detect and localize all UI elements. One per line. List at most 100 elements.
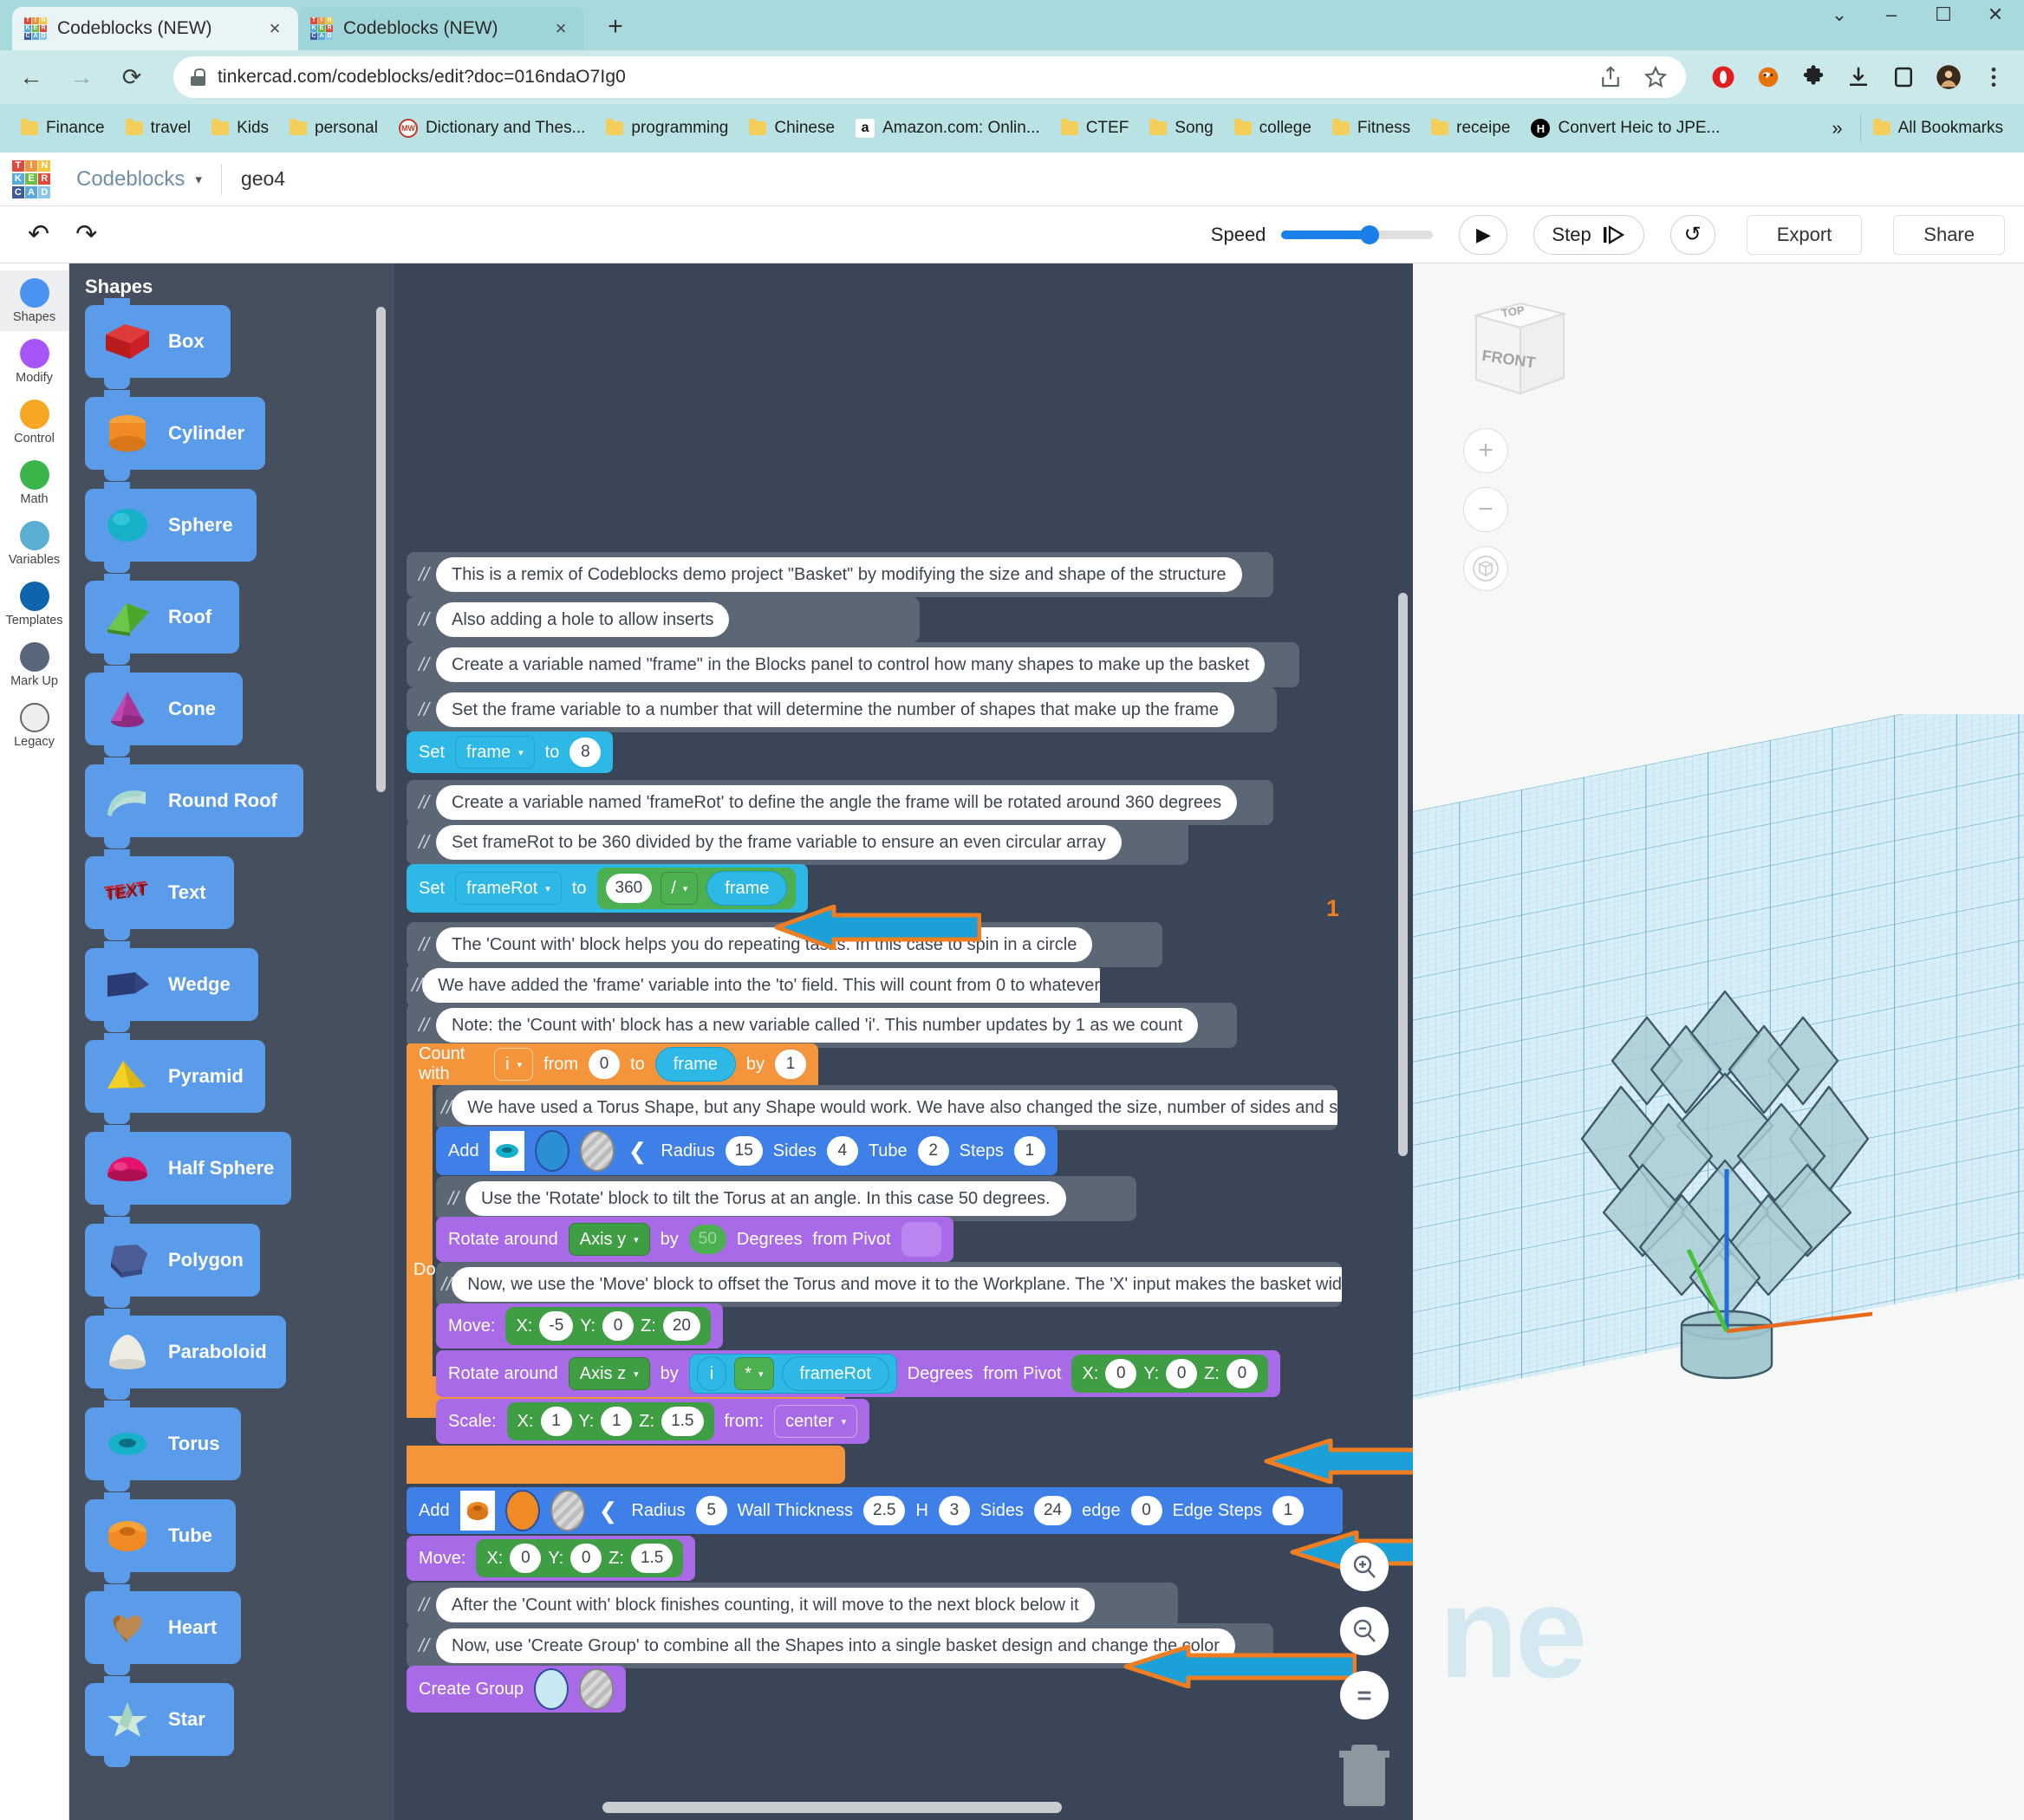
tube-shape-preview-icon[interactable]: [460, 1491, 495, 1531]
browser-menu-icon[interactable]: [1981, 64, 2007, 90]
framerot-variable[interactable]: frameRot: [782, 1356, 889, 1391]
zoom-out-magnifier-icon[interactable]: [1340, 1607, 1389, 1655]
loop-from-input[interactable]: 0: [589, 1050, 620, 1079]
chevron-down-icon[interactable]: ▾: [195, 172, 202, 187]
adblock-icon[interactable]: [1710, 64, 1736, 90]
shape-block-cylinder[interactable]: Cylinder: [85, 397, 265, 470]
star-icon[interactable]: [1643, 64, 1669, 90]
comment-block[interactable]: // Set frameRot to be 360 divided by the…: [407, 820, 1188, 865]
speed-slider-knob[interactable]: [1360, 225, 1379, 244]
category-legacy[interactable]: Legacy: [0, 695, 68, 756]
side-panel-icon[interactable]: [1891, 64, 1917, 90]
comment-block[interactable]: // Set the frame variable to a number th…: [407, 687, 1277, 732]
export-button[interactable]: Export: [1747, 215, 1863, 255]
rotate-z-block[interactable]: Rotate around Axis z▾ by i *▾ frameRot D…: [436, 1350, 1280, 1397]
loop-to-variable[interactable]: frame: [655, 1047, 736, 1082]
bookmark-dictionary[interactable]: MWDictionary and Thes...: [390, 114, 594, 142]
bookmark-programming[interactable]: programming: [597, 114, 737, 142]
scale-z-input[interactable]: 1.5: [661, 1407, 703, 1436]
zoom-out-button[interactable]: −: [1463, 487, 1508, 532]
play-button[interactable]: ▶: [1459, 215, 1507, 255]
move-y-input[interactable]: 0: [602, 1311, 634, 1341]
shape-block-round-roof[interactable]: Round Roof: [85, 764, 303, 837]
category-modify[interactable]: Modify: [0, 331, 68, 392]
shape-block-torus[interactable]: Torus: [85, 1407, 241, 1480]
zoom-in-magnifier-icon[interactable]: [1340, 1543, 1389, 1591]
share-button[interactable]: Share: [1893, 215, 2005, 255]
view-cube[interactable]: TOP FRONT: [1455, 283, 1585, 413]
address-bar[interactable]: tinkercad.com/codeblocks/edit?doc=016nda…: [173, 56, 1686, 98]
close-window-button[interactable]: ✕: [1981, 3, 2010, 26]
radius-input[interactable]: 15: [726, 1136, 763, 1166]
shape-block-sphere[interactable]: Sphere: [85, 489, 257, 562]
wall-thickness-input[interactable]: 2.5: [863, 1496, 905, 1525]
torus-shape-preview-icon[interactable]: [490, 1131, 524, 1171]
rotate-y-block[interactable]: Rotate around Axis y▾ by 50 Degrees from…: [436, 1217, 953, 1262]
shape-block-cone[interactable]: Cone: [85, 673, 243, 745]
operator-dropdown[interactable]: *▾: [734, 1357, 773, 1390]
browser-tab-2[interactable]: TIN KER CAD Codeblocks (NEW) ×: [298, 7, 584, 50]
fit-view-button[interactable]: [1463, 546, 1508, 591]
category-templates[interactable]: Templates: [0, 574, 68, 634]
code-horizontal-scrollbar[interactable]: [602, 1802, 1062, 1813]
speed-slider[interactable]: [1281, 231, 1433, 239]
drawer-scroll-area[interactable]: Box Cylinder Sphere Roof: [69, 305, 394, 1820]
set-framerot-block[interactable]: Set frameRot▾ to 360 /▾ frame: [407, 864, 808, 913]
framerot-variable-dropdown[interactable]: frameRot▾: [455, 872, 562, 905]
edge-steps-input[interactable]: 1: [1272, 1496, 1304, 1525]
pivot-z-input[interactable]: 0: [1227, 1359, 1258, 1388]
shape-block-star[interactable]: Star: [85, 1683, 234, 1756]
bookmark-personal[interactable]: personal: [281, 114, 387, 142]
tab-close-button[interactable]: ×: [550, 17, 572, 40]
move-x-input[interactable]: 0: [510, 1544, 541, 1573]
comment-block[interactable]: // Now, we use the 'Move' block to offse…: [436, 1262, 1342, 1307]
redo-button[interactable]: ↷: [75, 219, 97, 250]
browser-tab-1[interactable]: TINKERCAD Codeblocks (NEW) ×: [12, 7, 298, 50]
minimize-button[interactable]: –: [1877, 3, 1906, 26]
comment-block[interactable]: // Create a variable named "frame" in th…: [407, 642, 1299, 687]
shape-block-heart[interactable]: Heart: [85, 1591, 241, 1664]
shape-block-tube[interactable]: Tube: [85, 1499, 236, 1572]
loop-variable-dropdown[interactable]: i▾: [494, 1048, 533, 1081]
chevron-left-icon[interactable]: ❮: [595, 1498, 622, 1524]
category-variables[interactable]: Variables: [0, 513, 68, 574]
radius-input[interactable]: 5: [696, 1496, 727, 1525]
solid-toggle[interactable]: [534, 1668, 569, 1710]
move-y-input[interactable]: 0: [570, 1544, 602, 1573]
maximize-button[interactable]: ☐: [1929, 3, 1958, 26]
comment-block[interactable]: // After the 'Count with' block finishes…: [407, 1583, 1178, 1628]
hole-toggle[interactable]: [580, 1130, 615, 1172]
category-math[interactable]: Math: [0, 452, 68, 513]
multiply-expression[interactable]: i *▾ frameRot: [689, 1354, 897, 1394]
shape-block-paraboloid[interactable]: Paraboloid: [85, 1316, 286, 1388]
bookmarks-overflow-button[interactable]: »: [1818, 117, 1856, 140]
scale-x-input[interactable]: 1: [541, 1407, 572, 1436]
comment-block[interactable]: // This is a remix of Codeblocks demo pr…: [407, 552, 1273, 597]
bookmark-song[interactable]: Song: [1141, 114, 1221, 142]
reload-button[interactable]: ⟳: [114, 64, 149, 91]
move-block-2[interactable]: Move: X: 0 Y: 0 Z: 1.5: [407, 1536, 695, 1581]
step-button[interactable]: Step: [1533, 215, 1643, 255]
forward-button[interactable]: →: [64, 64, 99, 91]
tube-input[interactable]: 2: [918, 1136, 949, 1166]
scale-y-input[interactable]: 1: [601, 1407, 632, 1436]
sides-input[interactable]: 4: [827, 1136, 858, 1166]
bookmark-receipe[interactable]: receipe: [1422, 114, 1519, 142]
chevron-left-icon[interactable]: ❮: [625, 1138, 651, 1165]
solid-toggle[interactable]: [505, 1490, 540, 1531]
axis-dropdown[interactable]: Axis z▾: [569, 1357, 650, 1390]
move-block-1[interactable]: Move: X: -5 Y: 0 Z: 20: [436, 1303, 723, 1349]
set-frame-block[interactable]: Set frame▾ to 8: [407, 731, 613, 773]
edge-input[interactable]: 0: [1131, 1496, 1162, 1525]
bookmark-amazon[interactable]: aAmazon.com: Onlin...: [847, 114, 1049, 142]
drawer-scrollbar[interactable]: [376, 307, 386, 792]
scale-origin-dropdown[interactable]: center▾: [774, 1405, 857, 1438]
download-icon[interactable]: [1845, 64, 1871, 90]
add-torus-block[interactable]: Add ❮ Radius 15 Sides 4 Tube 2 Steps 1: [436, 1127, 1058, 1175]
code-vertical-scrollbar[interactable]: [1398, 593, 1408, 1156]
bookmark-ctef[interactable]: CTEF: [1052, 114, 1138, 142]
axis-dropdown[interactable]: Axis y▾: [569, 1223, 650, 1256]
3d-viewport[interactable]: ne: [1413, 263, 2024, 1820]
chevron-down-icon[interactable]: ⌄: [1825, 3, 1854, 26]
move-x-input[interactable]: -5: [539, 1311, 573, 1341]
